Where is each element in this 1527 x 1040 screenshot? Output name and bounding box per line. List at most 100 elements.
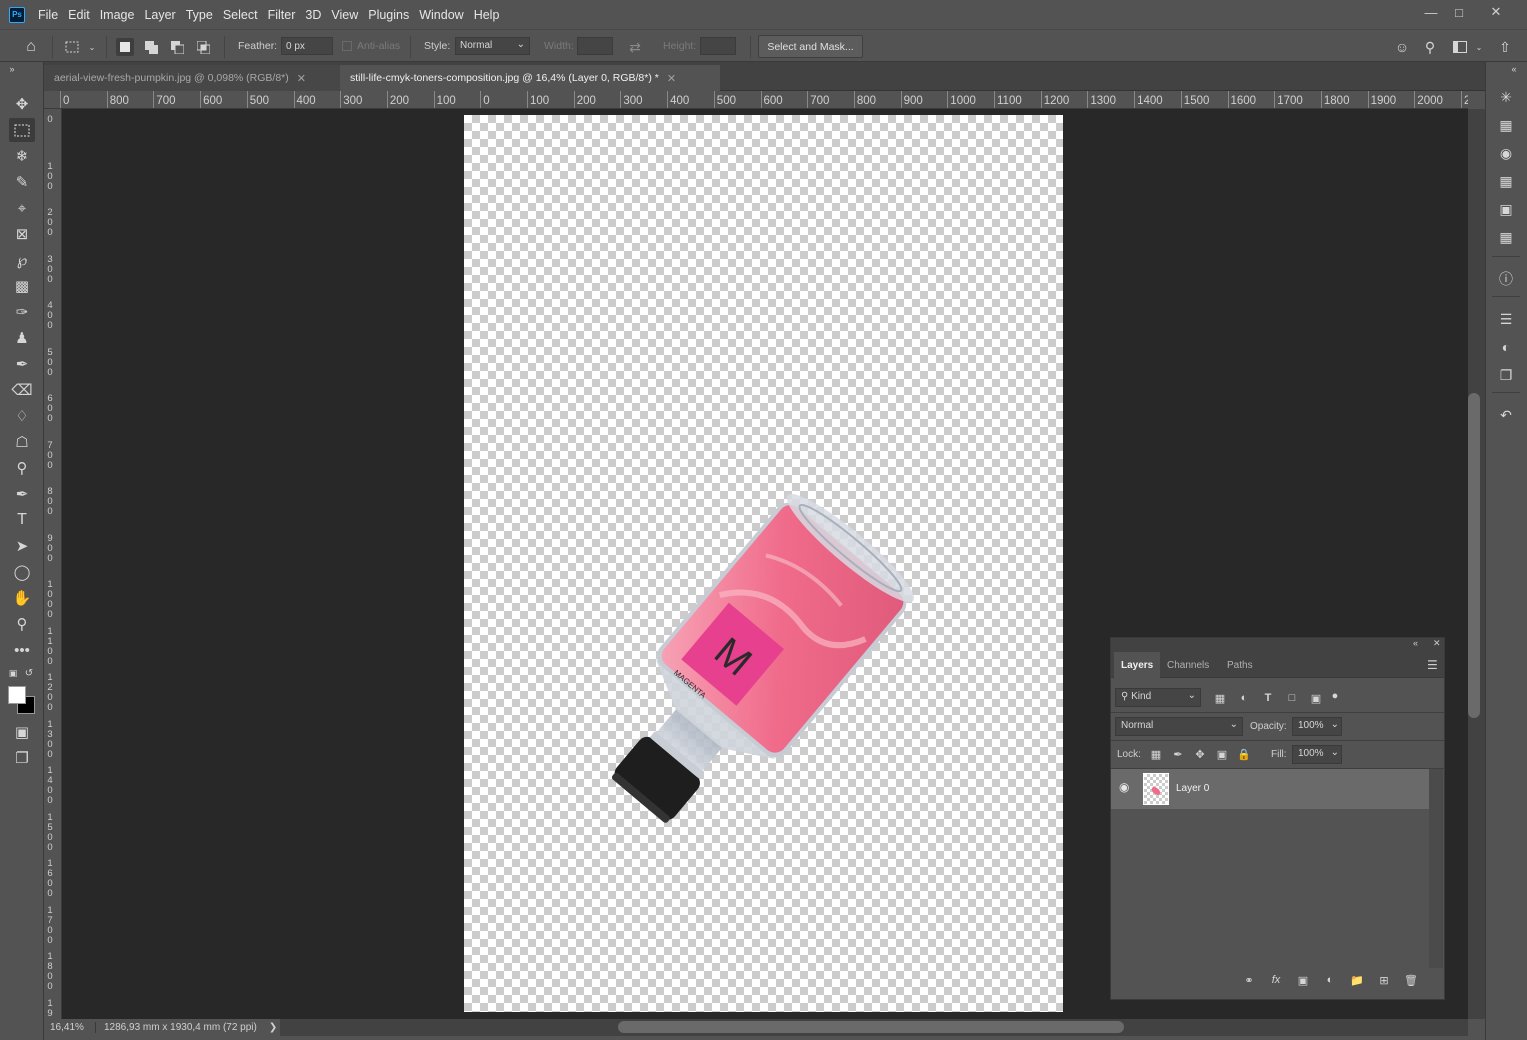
type-filter-icon[interactable]: T [1260,690,1276,706]
foreground-color-swatch[interactable] [8,686,26,704]
close-button[interactable]: ✕ [1479,0,1513,24]
color-panel-icon[interactable]: ✳ [1494,86,1518,108]
lock-transparent-icon[interactable]: ▦ [1148,746,1164,762]
swatches-icon[interactable]: ◉ [1494,142,1518,164]
more-tools-icon[interactable]: ••• [9,638,35,662]
menu-file[interactable]: File [33,0,63,29]
brush-tool-icon[interactable]: ✑ [9,300,35,324]
menu-3d[interactable]: 3D [300,0,326,29]
tab-toners[interactable]: still-life-cmyk-toners-composition.jpg @… [340,65,720,91]
lock-all-icon[interactable]: 🔒 [1236,746,1252,762]
swap-colors-icon[interactable]: ↺ [22,666,36,680]
lock-position-icon[interactable]: ✥ [1192,746,1208,762]
layers-scrollbar[interactable] [1429,769,1443,968]
close-icon[interactable]: ✕ [297,72,306,85]
marquee-preset-icon[interactable] [63,38,81,56]
paint-bucket-tool-icon[interactable]: ♢ [9,404,35,428]
zoom-tool-icon[interactable]: ⚲ [9,612,35,636]
eraser-tool-icon[interactable]: ⌫ [9,378,35,402]
style-select[interactable]: Normal ⌄ [455,37,530,55]
patterns-icon[interactable]: ▦ [1494,226,1518,248]
move-tool-icon[interactable]: ✥ [9,92,35,116]
subtract-selection-icon[interactable] [168,38,186,56]
opacity-input[interactable]: 100% ⌄ [1292,717,1342,736]
mask-icon[interactable]: ▣ [1295,972,1311,988]
menu-edit[interactable]: Edit [63,0,95,29]
feather-input[interactable] [281,37,333,55]
user-icon[interactable]: ☺ [1393,38,1411,56]
tab-layers[interactable]: Layers [1114,652,1161,678]
eyedropper-tool-icon[interactable]: ℘ [9,248,35,272]
chevron-down-icon[interactable]: ⌄ [1473,38,1485,56]
workspace-icon[interactable] [1451,38,1469,56]
chevron-down-icon[interactable]: ⌄ [86,38,98,56]
menu-select[interactable]: Select [218,0,263,29]
history-brush-tool-icon[interactable]: ✒ [9,352,35,376]
histogram-icon[interactable]: ▦ [1494,114,1518,136]
new-selection-icon[interactable] [116,38,134,56]
eye-icon[interactable]: ◉ [1119,780,1129,794]
add-selection-icon[interactable] [142,38,160,56]
share-icon[interactable]: ⇧ [1496,38,1514,56]
fx-icon[interactable]: fx [1268,972,1284,988]
tab-pumpkin[interactable]: aerial-view-fresh-pumpkin.jpg @ 0,098% (… [44,65,340,91]
layer-row[interactable]: ◉ Layer 0 [1111,769,1429,809]
ellipse-tool-icon[interactable]: ◯ [9,560,35,584]
chevron-right-icon[interactable]: ❯ [269,1022,277,1033]
blend-mode-select[interactable]: Normal ⌄ [1115,717,1243,736]
horizontal-scroll-thumb[interactable] [618,1021,1124,1033]
close-icon[interactable]: ✕ [667,72,676,85]
menu-help[interactable]: Help [469,0,505,29]
screen-mode-icon[interactable]: ❐ [9,746,35,770]
search-icon[interactable]: ⚲ [1421,38,1439,56]
adjustment-layer-icon[interactable]: ◐ [1322,972,1338,988]
menu-window[interactable]: Window [414,0,468,29]
vertical-scroll-thumb[interactable] [1468,393,1480,718]
lock-image-icon[interactable]: ✒ [1170,746,1186,762]
menu-plugins[interactable]: Plugins [363,0,414,29]
stamp-tool-icon[interactable]: ♟ [9,326,35,350]
default-colors-icon[interactable]: ▣ [6,666,20,680]
blur-tool-icon[interactable]: ☖ [9,430,35,454]
marquee-tool-icon[interactable] [9,118,35,142]
crop-tool-icon[interactable]: ⌖ [9,196,35,220]
tab-paths[interactable]: Paths [1220,652,1260,678]
history-icon[interactable]: ↶ [1494,404,1518,426]
smart-object-filter-icon[interactable]: ▣ [1308,690,1324,706]
menu-layer[interactable]: Layer [139,0,180,29]
menu-image[interactable]: Image [95,0,140,29]
quick-mask-icon[interactable]: ▣ [9,720,35,744]
new-layer-icon[interactable]: ⊞ [1376,972,1392,988]
filter-toggle-icon[interactable]: ● [1330,688,1340,704]
adjustment-filter-icon[interactable]: ◐ [1236,690,1252,706]
path-selection-tool-icon[interactable]: ➤ [9,534,35,558]
menu-filter[interactable]: Filter [263,0,301,29]
filter-kind-select[interactable]: ⚲ Kind ⌄ [1115,688,1201,707]
gradient-icon[interactable]: ▣ [1494,198,1518,220]
link-icon[interactable]: ⚭ [1241,972,1257,988]
grid-icon[interactable]: ▦ [1494,170,1518,192]
collapse-icon[interactable]: » [6,64,18,74]
collapse-icon[interactable]: « [1508,64,1520,74]
zoom-level[interactable]: 16,41% [44,1022,96,1033]
select-and-mask-button[interactable]: Select and Mask... [758,35,863,58]
panel-menu-icon[interactable]: ☰ [1427,658,1438,672]
home-icon[interactable]: ⌂ [20,36,42,58]
fill-input[interactable]: 100% ⌄ [1292,745,1342,764]
menu-view[interactable]: View [326,0,363,29]
dodge-tool-icon[interactable]: ⚲ [9,456,35,480]
collapse-icon[interactable]: « [1413,638,1418,648]
hand-tool-icon[interactable]: ✋ [9,586,35,610]
type-tool-icon[interactable]: T [9,508,35,532]
swap-icon[interactable]: ⇄ [626,38,644,56]
width-input[interactable] [577,37,613,55]
lasso-tool-icon[interactable]: ❄ [9,144,35,168]
folder-icon[interactable]: 📁 [1349,972,1365,988]
layer-name[interactable]: Layer 0 [1176,783,1209,794]
shape-filter-icon[interactable]: □ [1284,690,1300,706]
libraries-icon[interactable]: ❐ [1494,364,1518,386]
lock-artboard-icon[interactable]: ▣ [1214,746,1230,762]
quick-selection-tool-icon[interactable]: ✎ [9,170,35,194]
pixel-filter-icon[interactable]: ▦ [1212,690,1228,706]
pen-tool-icon[interactable]: ✒ [9,482,35,506]
